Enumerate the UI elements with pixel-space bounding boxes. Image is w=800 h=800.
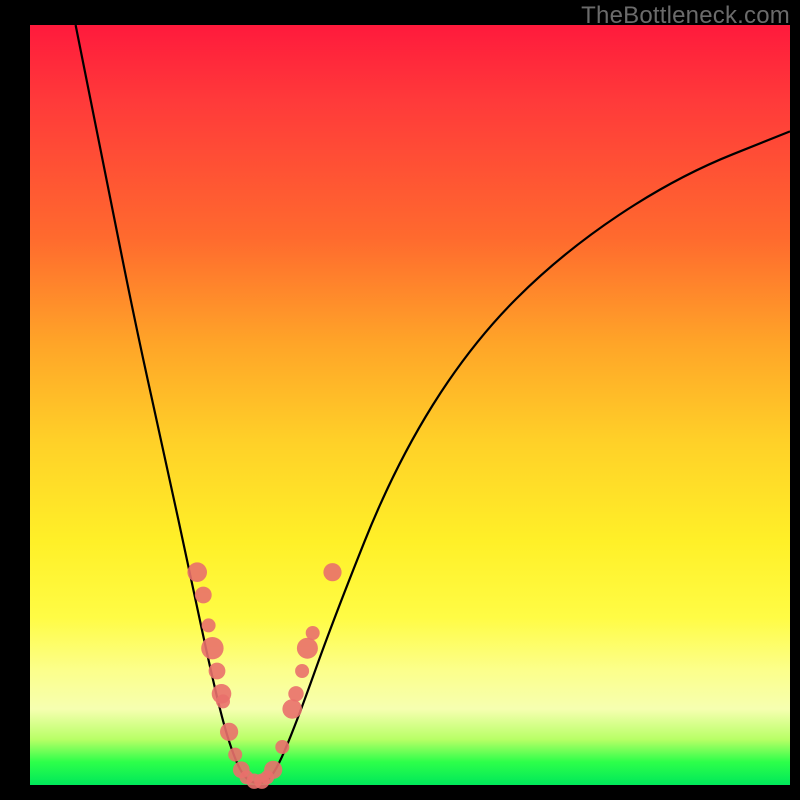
data-marker	[209, 663, 226, 680]
data-marker	[202, 618, 216, 632]
data-marker	[297, 638, 318, 659]
data-marker	[288, 686, 303, 701]
data-marker	[228, 748, 242, 762]
chart-svg	[30, 25, 790, 785]
data-marker	[216, 694, 230, 708]
plot-area	[30, 25, 790, 785]
data-marker	[295, 664, 309, 678]
data-marker	[201, 637, 223, 659]
data-marker	[187, 562, 207, 582]
chart-frame: TheBottleneck.com	[0, 0, 800, 800]
marker-layer	[187, 562, 341, 789]
data-marker	[306, 626, 320, 640]
data-marker	[195, 587, 212, 604]
watermark-text: TheBottleneck.com	[581, 2, 790, 30]
bottleneck-curve	[76, 25, 790, 783]
data-marker	[264, 761, 282, 779]
curve-layer	[76, 25, 790, 783]
data-marker	[282, 699, 302, 719]
data-marker	[275, 740, 289, 754]
data-marker	[323, 563, 341, 581]
data-marker	[220, 723, 238, 741]
